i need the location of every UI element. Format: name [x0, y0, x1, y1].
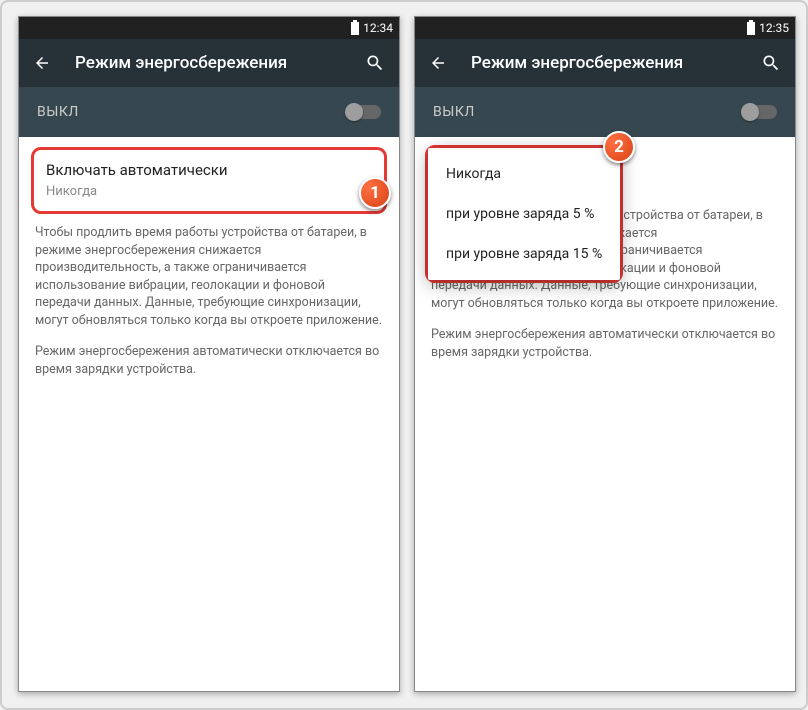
description-text-2: Режим энергосбережения автоматически отк…	[431, 326, 779, 361]
toggle-row: ВЫКЛ	[19, 87, 399, 137]
power-saver-switch[interactable]	[347, 105, 381, 119]
phone-screenshot-right: 12:35 Режим энергосбережения ВЫКЛ Чтобы …	[414, 16, 796, 692]
app-bar: Режим энергосбережения	[415, 39, 795, 87]
description-text-2: Режим энергосбережения автоматически отк…	[35, 343, 383, 378]
page-title: Режим энергосбережения	[75, 53, 341, 73]
search-icon[interactable]	[365, 53, 385, 73]
back-icon[interactable]	[33, 54, 51, 72]
toggle-label: ВЫКЛ	[37, 104, 79, 120]
options-popup-highlight: Никогда при уровне заряда 5 % при уровне…	[425, 145, 623, 283]
status-bar: 12:34	[19, 17, 399, 39]
description-text: Чтобы продлить время работы устройства о…	[35, 224, 383, 329]
status-time: 12:35	[759, 21, 789, 35]
back-icon[interactable]	[429, 54, 447, 72]
popup-option-never[interactable]: Никогда	[428, 154, 620, 194]
page-title: Режим энергосбережения	[471, 53, 737, 73]
battery-icon	[747, 22, 755, 35]
popup-option-5pct[interactable]: при уровне заряда 5 %	[428, 194, 620, 234]
popup-option-15pct[interactable]: при уровне заряда 15 %	[428, 234, 620, 274]
step-badge-2: 2	[603, 131, 635, 163]
pref-title: Включать автоматически	[46, 160, 372, 181]
options-popup: Никогда при уровне заряда 5 % при уровне…	[428, 148, 620, 280]
toggle-row: ВЫКЛ	[415, 87, 795, 137]
battery-icon	[351, 22, 359, 35]
app-bar: Режим энергосбережения	[19, 39, 399, 87]
phone-screenshot-left: 12:34 Режим энергосбережения ВЫКЛ Включа…	[18, 16, 400, 692]
auto-enable-preference[interactable]: Включать автоматически Никогда	[31, 147, 387, 214]
step-badge-1: 1	[359, 177, 391, 209]
status-time: 12:34	[363, 21, 393, 35]
status-bar: 12:35	[415, 17, 795, 39]
content-area: Включать автоматически Никогда Чтобы про…	[19, 137, 399, 406]
power-saver-switch[interactable]	[743, 105, 777, 119]
pref-subtitle: Никогда	[46, 183, 372, 201]
search-icon[interactable]	[761, 53, 781, 73]
toggle-label: ВЫКЛ	[433, 104, 475, 120]
